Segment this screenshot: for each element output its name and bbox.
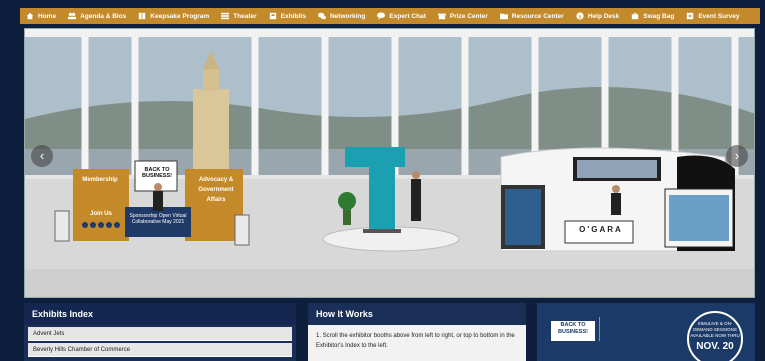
- membership-sign: Membership: [82, 177, 118, 183]
- ogara-logo: O'GARA: [579, 225, 623, 234]
- sponsorship-sign: Sponsorship Open Virtual Collaborative M…: [129, 213, 187, 225]
- nav-prize-center[interactable]: Prize Center: [437, 12, 488, 20]
- exhibit-item-beverly-hills-chamber[interactable]: Beverly Hills Chamber of Commerce: [28, 343, 292, 357]
- nav-theater[interactable]: Theater: [221, 12, 257, 20]
- bag-icon: [631, 12, 639, 20]
- exhibit-item-advent-jets[interactable]: Advent Jets: [28, 327, 292, 341]
- list-icon: [221, 12, 230, 20]
- exhibits-index-title: Exhibits Index: [24, 303, 296, 325]
- nav-label: Help Desk: [587, 12, 620, 20]
- nav-help-desk[interactable]: Help Desk: [576, 12, 619, 20]
- back-to-business-sign: BACK TO BUSINESS!: [142, 167, 172, 179]
- ogara-booth: [500, 147, 735, 252]
- nav-swag-bag[interactable]: Swag Bag: [631, 12, 674, 20]
- exhibit-hall: Membership Join Us BACK TO BUSINESS! Adv…: [24, 28, 755, 298]
- top-nav: Home Agenda & Bios Keepsake Program Theater…: [20, 8, 760, 24]
- chat-bubbles-icon: [317, 12, 326, 20]
- join-us-sign: Join Us: [90, 211, 112, 217]
- nav-label: Exhibits: [280, 12, 306, 20]
- survey-icon: [686, 12, 694, 20]
- nav-label: Expert Chat: [389, 12, 426, 20]
- nav-agenda-bios[interactable]: Agenda & Bios: [68, 12, 126, 20]
- nav-resource-center[interactable]: Resource Center: [499, 12, 564, 20]
- promo-divider: [599, 317, 659, 341]
- promo-simulive-text: SIMULIVE & ON-DEMAND SESSIONS AVAILABLE …: [690, 321, 740, 338]
- booth-icon: [269, 12, 277, 20]
- nav-label: Resource Center: [511, 12, 564, 20]
- nav-keepsake-program[interactable]: Keepsake Program: [138, 12, 209, 20]
- prize-icon: [437, 12, 446, 20]
- how-it-works-panel: How It Works 1. Scroll the exhibitor boo…: [308, 303, 526, 361]
- nav-exhibits[interactable]: Exhibits: [269, 12, 306, 20]
- nav-networking[interactable]: Networking: [317, 12, 366, 20]
- carousel-prev-button[interactable]: ‹: [31, 145, 53, 167]
- nav-event-survey[interactable]: Event Survey: [686, 12, 740, 20]
- how-it-works-title: How It Works: [308, 303, 526, 325]
- nav-label: Theater: [233, 12, 257, 20]
- promo-badge: SIMULIVE & ON-DEMAND SESSIONS AVAILABLE …: [687, 311, 743, 361]
- folder-icon: [499, 12, 508, 20]
- info-icon: [576, 12, 584, 20]
- nav-expert-chat[interactable]: Expert Chat: [377, 12, 426, 20]
- nav-label: Networking: [329, 12, 366, 20]
- how-it-works-step: 1. Scroll the exhibitor booths above fro…: [316, 333, 515, 349]
- nav-label: Keepsake Program: [150, 12, 210, 20]
- nav-label: Agenda & Bios: [80, 12, 127, 20]
- nav-label: Event Survey: [698, 12, 740, 20]
- people-icon: [68, 12, 77, 20]
- carousel-next-button[interactable]: ›: [726, 145, 748, 167]
- promo-back-to-business: BACK TO BUSINESS!: [551, 321, 595, 341]
- nav-label: Prize Center: [449, 12, 488, 20]
- book-icon: [138, 12, 146, 20]
- nav-label: Swag Bag: [643, 12, 675, 20]
- chat-icon: [377, 12, 386, 20]
- home-icon: [26, 12, 34, 20]
- nav-home[interactable]: Home: [26, 12, 56, 20]
- exhibits-index-panel: Exhibits Index Advent Jets Beverly Hills…: [24, 303, 296, 361]
- advocacy-sign: Advocacy & Government Affairs: [198, 177, 234, 203]
- promo-banner[interactable]: BACK TO BUSINESS! SIMULIVE & ON-DEMAND S…: [537, 303, 755, 361]
- promo-date: NOV. 20: [696, 341, 734, 352]
- exhibit-hall-scene: [25, 29, 754, 297]
- nav-label: Home: [38, 12, 57, 20]
